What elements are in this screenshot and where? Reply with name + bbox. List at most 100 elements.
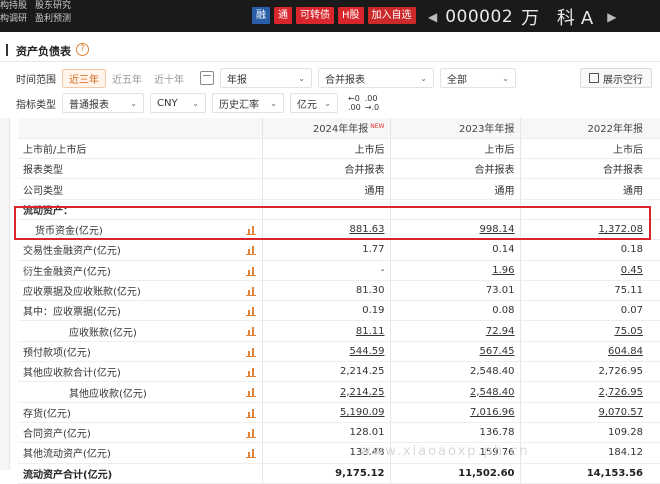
next-stock-icon[interactable]: ▶: [607, 10, 616, 24]
row-label-cell: 预付款项(亿元): [18, 341, 262, 363]
table-pad: [648, 402, 660, 423]
row-label: 流动资产合计(亿元): [23, 469, 113, 481]
statement-type-select[interactable]: 合并报表 ⌄: [318, 68, 434, 88]
exchange-rate-value: 历史汇率: [219, 99, 259, 111]
nav-item-shareholder-research[interactable]: 股东研究: [35, 0, 71, 13]
value-cell[interactable]: 72.94: [389, 320, 520, 342]
time-option-10y[interactable]: 近十年: [148, 71, 190, 86]
add-watchlist-button[interactable]: 加入自选: [367, 7, 416, 24]
column-header[interactable]: 2024年年报 NEW: [261, 118, 390, 139]
balance-sheet-table: 2024年年报 NEW 2023年年报 2022年年报 上市前/上市后 上市后 上市后 上市后…: [18, 118, 660, 484]
decrease-decimals-button[interactable]: ←0.00: [348, 94, 361, 112]
chevron-down-icon: ⌄: [130, 98, 137, 108]
left-scroll-strip: [0, 118, 10, 470]
table-row: 存货(亿元) 5,190.09 7,016.96 9,070.57: [18, 402, 660, 423]
convertible-bond-badge[interactable]: 可转债: [296, 7, 334, 24]
row-label: 其他流动资产(亿元): [23, 449, 111, 461]
value-cell[interactable]: 0.45: [519, 260, 648, 281]
value-cell[interactable]: 7,016.96: [389, 402, 520, 423]
show-empty-rows-button[interactable]: 展示空行: [580, 68, 652, 88]
connect-badge[interactable]: 通: [274, 7, 292, 24]
row-label: 其他应收款合计(亿元): [23, 368, 121, 380]
value-cell[interactable]: 544.59: [261, 341, 390, 363]
row-label-cell: 公司类型: [18, 178, 262, 200]
prev-stock-icon[interactable]: ◀: [428, 10, 437, 24]
value-cell[interactable]: 2,548.40: [389, 381, 520, 403]
table-row: 应收账款(亿元) 81.11 72.94 75.05: [18, 320, 660, 342]
value-cell[interactable]: 567.45: [389, 341, 520, 363]
calendar-icon[interactable]: [200, 71, 214, 85]
report-period-select[interactable]: 年报 ⌄: [220, 68, 312, 88]
table-row: 合同资产(亿元) 128.01 136.78 109.28: [18, 422, 660, 444]
h-share-badge[interactable]: H股: [338, 7, 364, 24]
nav-item-institution-holdings[interactable]: 构持股: [0, 0, 27, 13]
value-cell: 通用: [261, 178, 390, 200]
value-cell[interactable]: 81.11: [261, 320, 390, 342]
value-cell[interactable]: 2,726.95: [519, 381, 648, 403]
margin-badge[interactable]: 融: [252, 7, 270, 24]
value-cell[interactable]: 75.05: [519, 320, 648, 342]
exchange-rate-select[interactable]: 历史汇率 ⌄: [212, 93, 284, 113]
bar-chart-icon[interactable]: [245, 266, 256, 276]
value-cell[interactable]: 604.84: [519, 341, 648, 363]
increase-decimals-button[interactable]: .00 →.0: [365, 94, 379, 112]
column-header[interactable]: 2022年年报: [519, 118, 648, 139]
value-cell[interactable]: 5,190.09: [261, 402, 390, 423]
currency-select[interactable]: CNY ⌄: [150, 93, 206, 113]
value-cell: 109.28: [519, 422, 648, 444]
indicator-type-select[interactable]: 普通报表 ⌄: [62, 93, 144, 113]
bar-chart-icon[interactable]: [245, 307, 256, 317]
column-header[interactable]: 2023年年报: [389, 118, 520, 139]
row-label-cell: 应收账款(亿元): [18, 320, 262, 342]
unit-select[interactable]: 亿元 ⌄: [290, 93, 338, 113]
bar-chart-icon[interactable]: [245, 246, 256, 256]
bar-chart-icon[interactable]: [245, 449, 256, 459]
cell-value: 9,070.57: [598, 406, 643, 418]
bar-chart-icon[interactable]: [245, 368, 256, 378]
chevron-down-icon: ⌄: [420, 73, 427, 83]
value-cell: 2,726.95: [519, 361, 648, 383]
indicator-type-value: 普通报表: [69, 99, 109, 111]
stock-code: 000002: [445, 7, 514, 27]
value-cell: 合并报表: [389, 158, 520, 180]
help-icon[interactable]: ?: [76, 43, 89, 56]
table-row: 其他应收款(亿元) 2,214.25 2,548.40 2,726.95: [18, 381, 660, 403]
scope-select[interactable]: 全部 ⌄: [440, 68, 516, 88]
value-cell[interactable]: 9,070.57: [519, 402, 648, 423]
value-cell: -: [261, 260, 390, 281]
scope-value: 全部: [447, 74, 467, 86]
bar-chart-icon[interactable]: [245, 428, 256, 438]
value-cell[interactable]: 2,214.25: [261, 381, 390, 403]
bar-chart-icon[interactable]: [245, 286, 256, 296]
nav-item-profit-forecast[interactable]: 盈利预测: [35, 13, 71, 26]
title-accent-bar: [6, 44, 8, 56]
cell-value: 184.12: [608, 447, 643, 459]
section-header: 资产负债表 ?: [0, 32, 660, 62]
row-label: 其中：应收票据(亿元): [23, 307, 121, 319]
row-label: 合同资产(亿元): [23, 429, 91, 441]
cell-value: 通用: [364, 185, 385, 197]
nav-item-institution-survey[interactable]: 构调研: [0, 13, 27, 26]
filter-row-indicator: 指标类型 普通报表 ⌄ CNY ⌄ 历史汇率 ⌄ 亿元 ⌄ ←0.00 .00 →.0: [16, 93, 379, 113]
value-cell: 上市后: [389, 138, 520, 160]
time-option-3y[interactable]: 近三年: [62, 68, 106, 88]
value-cell: 0.08: [389, 300, 520, 322]
row-label-cell: 交易性金融资产(亿元): [18, 239, 262, 261]
cell-value: 0.14: [492, 244, 515, 256]
table-pad: [648, 280, 660, 302]
column-header-label: 2023年年报: [459, 124, 515, 136]
time-option-5y[interactable]: 近五年: [106, 71, 148, 86]
bar-chart-icon[interactable]: [245, 388, 256, 398]
bar-chart-icon[interactable]: [245, 347, 256, 357]
currency-value: CNY: [157, 97, 178, 109]
cell-value: 72.94: [485, 325, 515, 337]
bar-chart-icon[interactable]: [245, 408, 256, 418]
report-period-value: 年报: [227, 74, 247, 86]
statement-type-value: 合并报表: [325, 74, 365, 86]
bar-chart-icon[interactable]: [245, 327, 256, 337]
row-label: 交易性金融资产(亿元): [23, 246, 121, 258]
value-cell[interactable]: 1.96: [389, 260, 520, 281]
cell-value: -: [380, 264, 385, 276]
value-cell: 2,548.40: [389, 361, 520, 383]
cell-value: 567.45: [479, 345, 515, 357]
